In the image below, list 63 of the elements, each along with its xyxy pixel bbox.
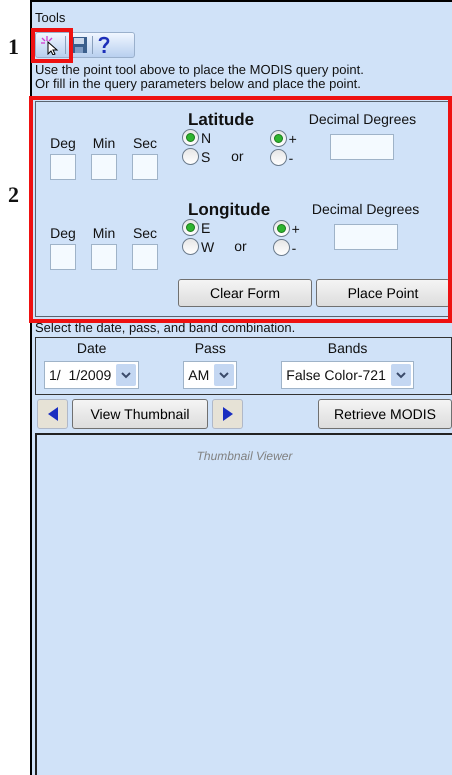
radio-label: + — [288, 132, 297, 146]
radio-label: W — [201, 240, 214, 254]
dropdown[interactable]: 1/ 1/2009 — [44, 361, 140, 389]
selector-label: Pass — [194, 340, 226, 357]
radio-label: N — [201, 130, 212, 144]
help-icon[interactable] — [97, 35, 111, 55]
previous-button[interactable] — [37, 399, 68, 429]
radio-label: - — [292, 240, 296, 254]
radio-button[interactable] — [182, 129, 199, 146]
or-label: or — [234, 237, 247, 254]
input-field[interactable] — [50, 154, 76, 180]
viewer-label: Thumbnail Viewer — [196, 448, 292, 463]
form-button[interactable]: Place Point — [316, 279, 450, 307]
selection-hint: Select the date, pass, and band combination. — [35, 321, 296, 335]
retrieve-button[interactable]: Retrieve MODIS — [318, 399, 452, 429]
selector-label: Date — [76, 340, 106, 357]
radio-button[interactable] — [272, 239, 290, 256]
field-label: Deg — [50, 134, 76, 152]
instruction-text: Use the point tool above to place the MODIS query point. — [35, 63, 365, 77]
input-field[interactable] — [132, 244, 158, 270]
radio-button[interactable] — [272, 220, 290, 237]
selector-label: Bands — [328, 340, 368, 357]
dropdown[interactable]: AM — [183, 361, 238, 389]
field-label: Min — [92, 224, 116, 242]
field-label: Min — [92, 134, 116, 152]
radio-label: + — [292, 222, 300, 236]
callout-number: 2 — [8, 184, 19, 206]
right-triangle-icon — [222, 406, 234, 422]
callout-number: 1 — [8, 36, 19, 58]
radio-button[interactable] — [182, 219, 199, 236]
input-field[interactable] — [330, 134, 394, 160]
radio-label: S — [201, 150, 210, 164]
section-title: Longitude — [188, 200, 270, 220]
radio-button[interactable] — [182, 238, 199, 255]
chevron-down-icon — [390, 364, 411, 386]
radio-label: - — [288, 150, 294, 164]
input-field[interactable] — [50, 244, 76, 270]
view-thumbnail-button[interactable]: View Thumbnail — [72, 399, 208, 429]
input-field[interactable] — [334, 224, 398, 250]
next-button[interactable] — [212, 399, 243, 429]
input-field[interactable] — [132, 154, 158, 180]
form-button[interactable]: Clear Form — [178, 279, 312, 307]
dropdown[interactable]: False Color-721 — [281, 361, 414, 389]
pointer-icon[interactable] — [39, 35, 61, 55]
field-label: Decimal Degrees — [312, 200, 420, 218]
section-title: Latitude — [188, 110, 254, 130]
field-label: Sec — [132, 224, 158, 242]
chevron-down-icon — [116, 364, 136, 386]
radio-button[interactable] — [270, 130, 287, 147]
input-field[interactable] — [91, 154, 117, 180]
instruction-text: Or fill in the query parameters below and place the point. — [35, 77, 361, 91]
radio-button[interactable] — [182, 148, 199, 165]
radio-label: E — [201, 220, 210, 234]
left-triangle-icon — [46, 406, 58, 422]
chevron-down-icon — [214, 364, 234, 386]
radio-button[interactable] — [270, 149, 287, 166]
panel-title: Tools — [35, 10, 66, 26]
highlight-frame — [31, 28, 73, 63]
or-label: or — [231, 147, 244, 164]
field-label: Deg — [50, 224, 76, 242]
input-field[interactable] — [91, 244, 117, 270]
field-label: Decimal Degrees — [308, 110, 416, 128]
field-label: Sec — [132, 134, 158, 152]
